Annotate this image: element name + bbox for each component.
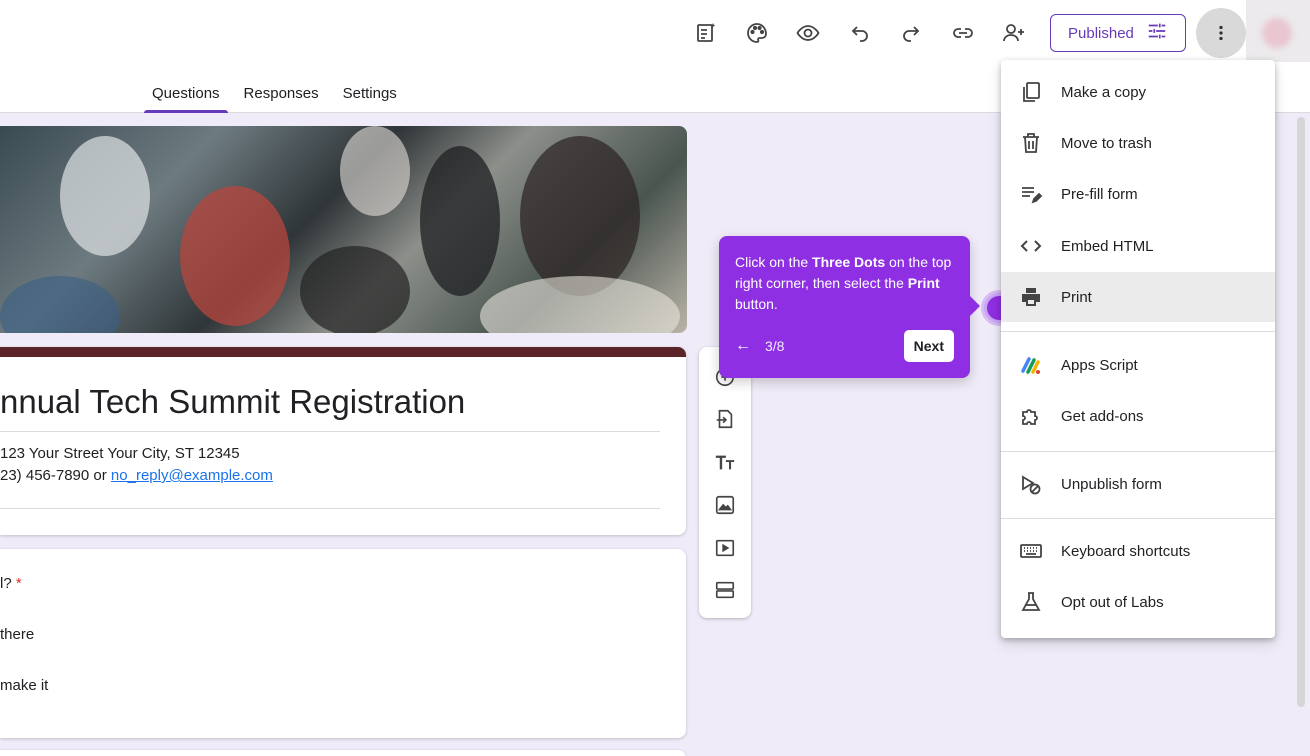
menu-item-label: Make a copy [1061,83,1147,101]
header-banner-image [0,126,687,333]
next-button[interactable]: Next [903,330,954,362]
add-title-text-icon[interactable] [713,450,737,474]
tooltip-message: Click on the Three Dots on the top right… [735,254,952,312]
menu-item-label: Get add-ons [1061,407,1144,425]
guide-tooltip: Click on the Three Dots on the top right… [719,236,980,378]
tab-settings[interactable]: Settings [331,76,409,113]
apps-script-icon [1001,353,1061,377]
import-questions-icon[interactable] [713,407,737,431]
menu-item-prefill-form[interactable]: Pre-fill form [1001,169,1275,219]
three-dots-vertical-icon [1219,25,1223,41]
keyboard-icon [1001,539,1061,563]
tooltip-footer: ← 3/8 Next [735,330,954,362]
question-title[interactable]: l? * [0,575,22,592]
menu-item-label: Apps Script [1061,356,1138,374]
menu-item-label: Move to trash [1061,134,1152,152]
menu-item-label: Unpublish form [1061,475,1162,493]
form-title-card[interactable]: nnual Tech Summit Registration 123 Your … [0,347,686,535]
title-card-accent-bar [0,347,686,357]
unpublish-icon [1001,472,1061,496]
email-link[interactable]: no_reply@example.com [111,467,273,484]
print-icon [1001,285,1061,309]
menu-divider [1001,518,1275,519]
add-image-icon[interactable] [713,493,737,517]
phone-text: 23) 456-7890 or [0,467,111,484]
menu-item-label: Embed HTML [1061,237,1154,255]
divider [0,508,660,509]
menu-item-label: Keyboard shortcuts [1061,542,1191,560]
form-title[interactable]: nnual Tech Summit Registration [0,383,465,421]
required-asterisk: * [15,575,22,592]
ai-form-icon[interactable] [691,18,721,48]
add-section-icon[interactable] [713,578,737,602]
menu-item-embed-html[interactable]: Embed HTML [1001,221,1275,271]
tab-questions[interactable]: Questions [140,76,232,113]
prefill-icon [1001,182,1061,206]
menu-item-label: Print [1061,288,1092,306]
menu-item-label: Opt out of Labs [1061,593,1164,611]
next-question-card[interactable] [0,750,686,756]
flask-icon [1001,590,1061,614]
published-button[interactable]: Published [1050,14,1186,52]
form-description-line[interactable]: 123 Your Street Your City, ST 12345 [0,445,240,462]
menu-item-print[interactable]: Print [1001,272,1275,322]
puzzle-icon [1001,404,1061,428]
code-icon [1001,234,1061,258]
step-counter: 3/8 [765,338,785,354]
page-scrollbar[interactable] [1297,117,1305,707]
redo-icon[interactable] [896,18,926,48]
more-options-button[interactable] [1196,8,1246,58]
trash-icon [1001,131,1061,155]
undo-icon[interactable] [845,18,875,48]
more-options-menu: Make a copy Move to trash Pre-fill form … [1001,60,1275,638]
menu-item-move-to-trash[interactable]: Move to trash [1001,118,1275,168]
menu-item-apps-script[interactable]: Apps Script [1001,340,1275,390]
back-arrow-icon[interactable]: ← [735,337,751,355]
tune-icon [1146,20,1168,46]
copy-icon [1001,80,1061,104]
avatar[interactable] [1246,0,1310,62]
menu-divider [1001,451,1275,452]
form-tabs: Questions Responses Settings [140,76,409,113]
add-video-icon[interactable] [713,536,737,560]
menu-item-label: Pre-fill form [1061,185,1138,203]
tab-responses[interactable]: Responses [232,76,331,113]
preview-eye-icon[interactable] [793,18,823,48]
menu-item-opt-out-labs[interactable]: Opt out of Labs [1001,577,1275,627]
menu-item-keyboard-shortcuts[interactable]: Keyboard shortcuts [1001,526,1275,576]
form-description-line[interactable]: 23) 456-7890 or no_reply@example.com [0,467,273,484]
floating-toolbar [699,347,751,618]
question-card[interactable]: l? * there make it [0,549,686,738]
menu-divider [1001,331,1275,332]
palette-icon[interactable] [742,18,772,48]
add-collaborator-icon[interactable] [999,18,1029,48]
option-label[interactable]: there [0,626,34,643]
menu-item-unpublish-form[interactable]: Unpublish form [1001,459,1275,509]
menu-item-make-copy[interactable]: Make a copy [1001,67,1275,117]
link-icon[interactable] [948,18,978,48]
divider [0,431,660,432]
menu-item-get-add-ons[interactable]: Get add-ons [1001,391,1275,441]
published-label: Published [1068,24,1134,42]
question-text: l? [0,575,12,592]
option-label[interactable]: make it [0,677,48,694]
